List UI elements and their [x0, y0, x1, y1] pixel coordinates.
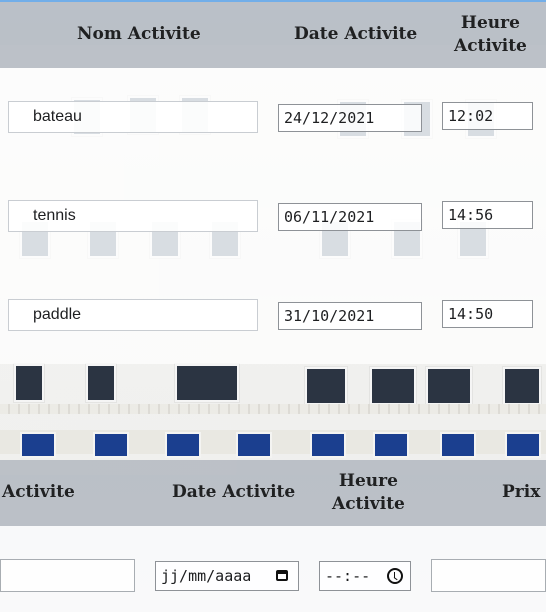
- time-placeholder: --:--: [325, 567, 371, 585]
- activity-date-field[interactable]: 24/12/2021: [278, 104, 422, 132]
- header-date-activity: Date Activite: [294, 24, 418, 44]
- header-time-line-2: Activite: [454, 36, 527, 56]
- header-time-activity: Heure Activite: [332, 470, 405, 516]
- activity-date-input[interactable]: jj/mm/aaaa: [155, 561, 299, 591]
- date-placeholder: jj/mm/aaaa: [161, 567, 252, 585]
- header-name-activity: Nom Activite: [77, 24, 201, 44]
- background-blue-window: [505, 432, 541, 458]
- header-time-activity: Heure Activite: [454, 12, 527, 58]
- background-window: [86, 364, 116, 402]
- activity-name-field[interactable]: bateau: [8, 101, 258, 133]
- clock-icon[interactable]: [387, 568, 403, 584]
- activity-row: paddle 31/10/2021 14:50: [0, 299, 546, 333]
- background-window: [305, 367, 347, 405]
- activity-row: bateau 24/12/2021 12:02: [0, 101, 546, 135]
- background-blue-window: [93, 432, 129, 458]
- activity-name-input[interactable]: [0, 559, 135, 592]
- background-window: [426, 367, 472, 405]
- background-window: [370, 367, 416, 405]
- top-table-header: Nom Activite Date Activite Heure Activit…: [0, 2, 546, 68]
- background-ledge: [0, 404, 546, 414]
- background-window: [175, 364, 239, 402]
- background-blue-window: [236, 432, 272, 458]
- activity-name-field[interactable]: tennis: [8, 200, 258, 232]
- activity-time-field[interactable]: 14:56: [442, 201, 533, 229]
- header-time-line-1: Heure: [460, 13, 520, 33]
- background-blue-window: [373, 432, 409, 458]
- background-window: [14, 364, 44, 402]
- header-name-activity-partial: Activite: [2, 482, 75, 502]
- activity-time-field[interactable]: 12:02: [442, 102, 533, 130]
- bottom-table-header: Activite Date Activite Heure Activite Pr…: [0, 460, 546, 526]
- background-blue-window: [310, 432, 346, 458]
- calendar-icon[interactable]: [275, 568, 291, 584]
- background-blue-window: [165, 432, 201, 458]
- background-window: [503, 367, 541, 405]
- activity-date-field[interactable]: 06/11/2021: [278, 203, 422, 231]
- activity-time-field[interactable]: 14:50: [442, 300, 533, 328]
- background-blue-window: [440, 432, 476, 458]
- activity-price-input[interactable]: [431, 559, 546, 592]
- activity-row: tennis 06/11/2021 14:56: [0, 200, 546, 234]
- header-date-activity: Date Activite: [172, 482, 296, 502]
- activity-date-field[interactable]: 31/10/2021: [278, 302, 422, 330]
- activity-name-field[interactable]: paddle: [8, 299, 258, 331]
- background-blue-window: [20, 432, 56, 458]
- activity-time-input[interactable]: --:--: [319, 561, 411, 591]
- header-price-activity-partial: Prix A: [502, 482, 546, 502]
- header-time-line-2: Activite: [332, 494, 405, 514]
- header-time-line-1: Heure: [338, 471, 398, 491]
